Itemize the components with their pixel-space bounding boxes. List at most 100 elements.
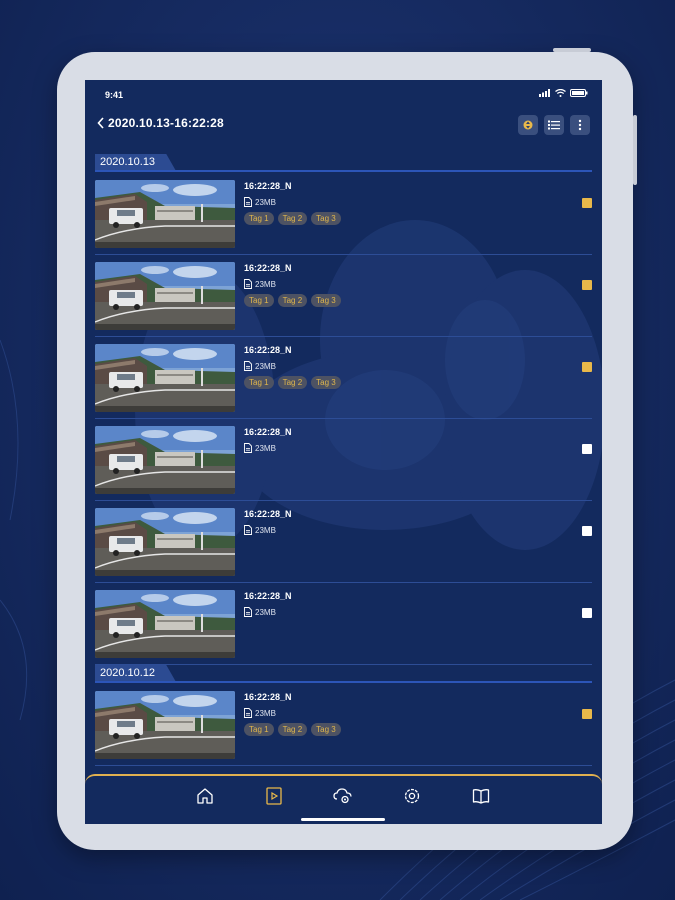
select-checkbox[interactable] <box>582 198 592 208</box>
file-size-value: 23MB <box>255 708 276 718</box>
sort-button[interactable] <box>518 115 538 135</box>
header-actions <box>518 115 590 135</box>
status-bar: 9:41 <box>85 80 602 110</box>
recording-item[interactable]: 16:22:28_N 23MB <box>95 583 592 665</box>
file-icon <box>244 708 252 718</box>
recording-thumbnail[interactable] <box>95 426 235 494</box>
recording-thumbnail[interactable] <box>95 691 235 759</box>
tag-chip: Tag 1 <box>244 212 274 225</box>
list-icon <box>548 120 560 130</box>
select-checkbox[interactable] <box>582 444 592 454</box>
app-screen: 9:41 2020.10.13-16:22:28 2020.10.13 16:22… <box>85 80 602 824</box>
recording-thumbnail[interactable] <box>95 180 235 248</box>
tab-cloud[interactable] <box>331 784 355 808</box>
tag-list: Tag 1 Tag 2 Tag 3 <box>244 376 341 389</box>
file-size-value: 23MB <box>255 525 276 535</box>
select-checkbox[interactable] <box>582 608 592 618</box>
manual-book-icon <box>472 789 490 804</box>
recording-item[interactable]: 16:22:28_N 23MB <box>95 501 592 583</box>
recording-name: 16:22:28_N <box>244 509 292 519</box>
tab-home[interactable] <box>193 784 217 808</box>
file-size: 23MB <box>244 197 276 207</box>
tab-recordings[interactable] <box>262 784 286 808</box>
recording-name: 16:22:28_N <box>244 263 292 273</box>
tab-icons <box>193 784 493 808</box>
tablet-top-button <box>553 48 591 52</box>
dashcam-thumbnail-image <box>95 590 235 658</box>
cloud-settings-icon <box>333 788 352 804</box>
tag-list: Tag 1 Tag 2 Tag 3 <box>244 294 341 307</box>
recording-item[interactable]: 16:22:28_N 23MB Tag 1 Tag 2 Tag 3 <box>95 337 592 419</box>
date-group-header: 2020.10.13 <box>95 154 592 173</box>
more-options-button[interactable] <box>570 115 590 135</box>
recording-thumbnail[interactable] <box>95 590 235 658</box>
file-icon <box>244 361 252 371</box>
tag-chip: Tag 3 <box>311 294 341 307</box>
select-checkbox[interactable] <box>582 280 592 290</box>
recording-name: 16:22:28_N <box>244 591 292 601</box>
file-size: 23MB <box>244 361 276 371</box>
back-button[interactable]: 2020.10.13-16:22:28 <box>97 116 224 130</box>
item-divider <box>95 765 592 766</box>
recording-name: 16:22:28_N <box>244 345 292 355</box>
date-divider <box>95 681 592 683</box>
tablet-side-button <box>633 115 637 185</box>
file-size: 23MB <box>244 279 276 289</box>
tag-chip: Tag 3 <box>311 212 341 225</box>
settings-gear-icon <box>404 788 420 804</box>
tag-chip: Tag 1 <box>244 376 274 389</box>
file-icon <box>244 525 252 535</box>
recording-item[interactable]: 16:22:28_N 23MB Tag 1 Tag 2 Tag 3 <box>95 173 592 255</box>
tag-chip: Tag 1 <box>244 723 274 736</box>
sort-updown-icon <box>523 120 533 130</box>
dashcam-thumbnail-image <box>95 180 235 248</box>
file-size: 23MB <box>244 443 276 453</box>
file-size: 23MB <box>244 525 276 535</box>
select-checkbox[interactable] <box>582 362 592 372</box>
file-size-value: 23MB <box>255 197 276 207</box>
recording-thumbnail[interactable] <box>95 508 235 576</box>
file-size-value: 23MB <box>255 443 276 453</box>
recording-item[interactable]: 16:22:28_N 23MB Tag 1 Tag 2 Tag 3 <box>95 684 592 766</box>
recording-name: 16:22:28_N <box>244 181 292 191</box>
dashcam-thumbnail-image <box>95 691 235 759</box>
more-vertical-icon <box>578 119 582 131</box>
tab-manual[interactable] <box>469 784 493 808</box>
tab-settings[interactable] <box>400 784 424 808</box>
video-file-icon <box>266 787 282 805</box>
recording-thumbnail[interactable] <box>95 262 235 330</box>
file-size-value: 23MB <box>255 279 276 289</box>
chevron-left-icon <box>97 117 104 129</box>
recording-list: 2020.10.13 16:22:28_N 23MB Tag 1 Tag 2 Tag 31… <box>85 154 602 774</box>
recording-thumbnail[interactable] <box>95 344 235 412</box>
dashcam-thumbnail-image <box>95 344 235 412</box>
tag-chip: Tag 3 <box>311 376 341 389</box>
tag-chip: Tag 2 <box>277 723 308 736</box>
file-icon <box>244 197 252 207</box>
file-icon <box>244 443 252 453</box>
header-bar: 2020.10.13-16:22:28 <box>85 110 602 146</box>
tag-chip: Tag 2 <box>277 376 308 389</box>
date-group-header: 2020.10.12 <box>95 665 592 684</box>
dashcam-thumbnail-image <box>95 508 235 576</box>
list-view-button[interactable] <box>544 115 564 135</box>
status-time: 9:41 <box>105 90 124 100</box>
dashcam-thumbnail-image <box>95 426 235 494</box>
tag-chip: Tag 2 <box>277 212 308 225</box>
page-title: 2020.10.13-16:22:28 <box>108 116 224 130</box>
select-checkbox[interactable] <box>582 709 592 719</box>
select-checkbox[interactable] <box>582 526 592 536</box>
tag-list: Tag 1 Tag 2 Tag 3 <box>244 723 341 736</box>
recording-item[interactable]: 16:22:28_N 23MB Tag 1 Tag 2 Tag 3 <box>95 255 592 337</box>
date-label: 2020.10.12 <box>95 665 176 682</box>
date-divider <box>95 170 592 172</box>
date-label: 2020.10.13 <box>95 154 176 171</box>
file-size-value: 23MB <box>255 361 276 371</box>
dashcam-thumbnail-image <box>95 262 235 330</box>
tag-chip: Tag 2 <box>277 294 308 307</box>
recording-item[interactable]: 16:22:28_N 23MB <box>95 419 592 501</box>
home-indicator <box>301 818 385 821</box>
file-icon <box>244 279 252 289</box>
bottom-tab-bar <box>85 774 602 824</box>
file-size: 23MB <box>244 607 276 617</box>
